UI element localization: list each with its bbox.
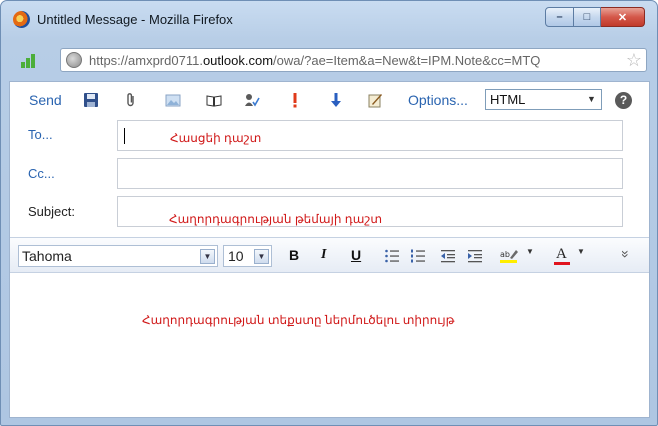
attach-icon[interactable] xyxy=(123,92,139,108)
font-size-select[interactable]: 10 ▼ xyxy=(223,245,272,267)
message-format-select[interactable]: HTML ▼ xyxy=(485,89,602,110)
subject-field-hint: Հաղորդագրության թեմայի դաշտ xyxy=(169,212,383,226)
bookmark-star-icon[interactable]: ☆ xyxy=(626,50,642,70)
help-icon[interactable]: ? xyxy=(615,92,632,109)
url-text: https://amxprd0711.outlook.com/owa/?ae=I… xyxy=(89,53,541,68)
svg-text:ab: ab xyxy=(500,250,510,259)
maximize-button[interactable]: □ xyxy=(574,7,601,27)
close-button[interactable]: ✕ xyxy=(601,7,645,27)
firefox-icon xyxy=(13,11,30,28)
font-color-dropdown-chevron-icon[interactable]: ▼ xyxy=(577,247,585,256)
address-bar: https://amxprd0711.outlook.com/owa/?ae=I… xyxy=(9,47,649,73)
maximize-icon: □ xyxy=(583,11,591,23)
to-label-button[interactable]: To... xyxy=(28,127,53,142)
check-names-icon[interactable] xyxy=(244,92,260,108)
font-color-icon[interactable]: A xyxy=(553,245,573,267)
minimize-icon: – xyxy=(556,11,563,23)
to-field[interactable]: Հասցեի դաշտ xyxy=(117,120,623,151)
chevron-down-icon: ▼ xyxy=(254,249,269,264)
subject-label: Subject: xyxy=(28,204,75,219)
formatting-toolbar: Tahoma ▼ 10 ▼ B I U ab ▼ A ▼ » xyxy=(10,237,649,273)
text-caret xyxy=(124,128,125,144)
importance-low-icon[interactable] xyxy=(328,92,344,108)
cc-label-button[interactable]: Cc... xyxy=(28,166,55,181)
highlight-dropdown-chevron-icon[interactable]: ▼ xyxy=(526,247,534,256)
message-body-editor[interactable]: Հաղորդագրության տեքստը ներմուծելու տիրու… xyxy=(10,273,649,417)
font-family-select[interactable]: Tahoma ▼ xyxy=(18,245,218,267)
increase-indent-icon[interactable] xyxy=(467,248,483,264)
connection-signal-icon xyxy=(21,54,37,68)
highlight-color-icon[interactable]: ab xyxy=(499,248,521,264)
minimize-button[interactable]: – xyxy=(545,7,574,27)
title-bar[interactable]: Untitled Message - Mozilla Firefox – □ ✕ xyxy=(1,1,657,37)
window-controls: – □ ✕ xyxy=(545,7,645,28)
subject-field[interactable]: Հաղորդագրության թեմայի դաշտ xyxy=(117,196,623,227)
importance-high-icon[interactable] xyxy=(287,92,303,108)
numbered-list-icon[interactable] xyxy=(410,248,426,264)
window-title: Untitled Message - Mozilla Firefox xyxy=(37,12,233,27)
compose-pane: Send Options... HTML ▼ ? To... Հասցեի դա… xyxy=(9,81,650,418)
bold-button[interactable]: B xyxy=(289,247,299,263)
chevron-down-icon: ▼ xyxy=(587,94,596,104)
bullet-list-icon[interactable] xyxy=(384,248,400,264)
chevron-down-icon: ▼ xyxy=(200,249,215,264)
signature-icon[interactable] xyxy=(367,92,383,108)
more-options-chevron-icon[interactable]: » xyxy=(618,250,634,258)
site-identity-icon[interactable] xyxy=(66,52,82,68)
message-body-hint: Հաղորդագրության տեքստը ներմուծելու տիրու… xyxy=(142,313,455,327)
options-button[interactable]: Options... xyxy=(408,92,468,108)
close-icon: ✕ xyxy=(617,11,628,24)
underline-button[interactable]: U xyxy=(351,247,361,263)
italic-button[interactable]: I xyxy=(321,247,326,263)
send-button[interactable]: Send xyxy=(29,92,62,108)
address-book-icon[interactable] xyxy=(206,92,222,108)
cc-field[interactable] xyxy=(117,158,623,189)
url-input[interactable]: https://amxprd0711.outlook.com/owa/?ae=I… xyxy=(60,48,647,72)
to-field-hint: Հասցեի դաշտ xyxy=(170,131,262,145)
browser-window: Untitled Message - Mozilla Firefox – □ ✕… xyxy=(0,0,658,426)
insert-image-icon[interactable] xyxy=(165,92,181,108)
save-icon[interactable] xyxy=(83,92,99,108)
compose-toolbar: Send Options... HTML ▼ ? xyxy=(10,82,649,116)
decrease-indent-icon[interactable] xyxy=(440,248,456,264)
